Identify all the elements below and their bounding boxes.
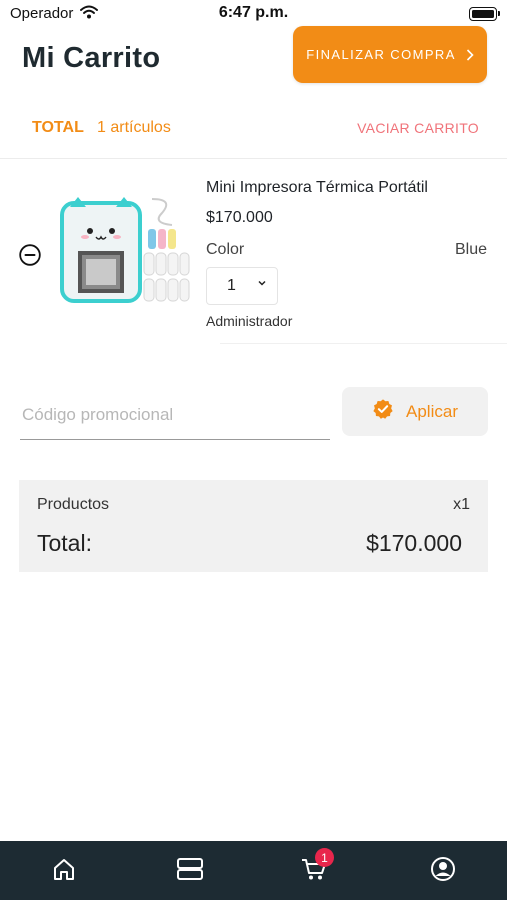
- apply-promo-button[interactable]: Aplicar: [342, 387, 488, 436]
- quantity-select[interactable]: 1: [206, 267, 278, 305]
- color-label: Color: [206, 241, 245, 258]
- product-image[interactable]: [56, 195, 190, 313]
- home-icon[interactable]: [49, 854, 79, 884]
- profile-icon[interactable]: [428, 854, 458, 884]
- seller-name: Administrador: [206, 313, 293, 329]
- product-price: $170.000: [206, 209, 273, 226]
- grand-total-value: $170.000: [366, 530, 462, 556]
- cart-count-badge: 1: [315, 848, 334, 867]
- battery-icon: [469, 7, 500, 21]
- products-label: Productos: [37, 496, 110, 513]
- clear-cart-button[interactable]: VACIAR CARRITO: [357, 120, 479, 136]
- quantity-value: 1: [227, 277, 236, 294]
- cart-item: Mini Impresora Térmica Portátil $170.000…: [0, 159, 507, 344]
- totals-box: Productos x1 Total: $170.000: [19, 480, 488, 572]
- status-bar: Operador 6:47 p.m.: [0, 0, 507, 28]
- promo-code-input[interactable]: [20, 390, 330, 440]
- cart-summary-row: TOTAL 1 artículos VACIAR CARRITO: [0, 106, 507, 159]
- apply-button-label: Aplicar: [406, 401, 458, 421]
- checkout-button-label: FINALIZAR COMPRA: [306, 47, 456, 62]
- bottom-nav: 1: [0, 841, 507, 900]
- product-name[interactable]: Mini Impresora Térmica Portátil: [206, 179, 428, 197]
- page-title: Mi Carrito: [22, 42, 161, 74]
- verified-badge-icon: [372, 398, 394, 425]
- status-time: 6:47 p.m.: [218, 4, 289, 21]
- total-label: TOTAL: [32, 119, 84, 136]
- checkout-button[interactable]: FINALIZAR COMPRA: [293, 26, 487, 83]
- chevron-down-icon: [257, 278, 267, 291]
- chevron-right-icon: [466, 46, 474, 64]
- grand-total-label: Total:: [37, 530, 92, 556]
- catalog-icon[interactable]: [175, 854, 205, 884]
- products-qty: x1: [453, 496, 470, 513]
- remove-circle-icon[interactable]: [19, 244, 41, 266]
- cart-icon[interactable]: 1: [299, 848, 334, 884]
- items-count: 1 artículos: [97, 119, 171, 136]
- item-divider: [220, 343, 507, 344]
- color-value: Blue: [454, 241, 487, 258]
